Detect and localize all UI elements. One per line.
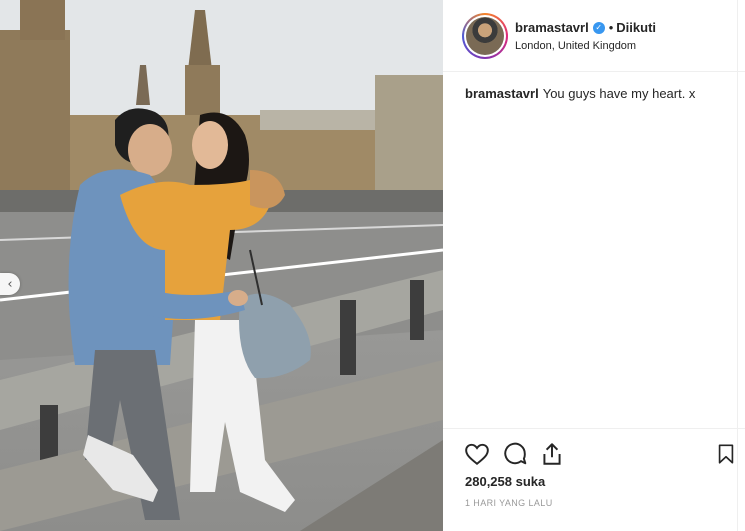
avatar (466, 17, 504, 55)
story-avatar-ring[interactable] (462, 13, 508, 59)
header-user-row: bramastavrl ✓ • Diikuti (515, 20, 656, 35)
post-caption: bramastavrl You guys have my heart. x (465, 86, 695, 101)
post-timestamp[interactable]: 1 HARI YANG LALU (465, 498, 553, 508)
post-actions: 280,258 suka 1 HARI YANG LALU (443, 428, 745, 531)
separator-dot: • (608, 20, 614, 35)
post-header: bramastavrl ✓ • Diikuti London, United K… (443, 0, 745, 72)
photo-illustration (0, 0, 443, 531)
location-link[interactable]: London, United Kingdom (515, 40, 636, 52)
caption-username-link[interactable]: bramastavrl (465, 86, 539, 101)
comment-icon[interactable] (502, 441, 528, 467)
caption-text: You guys have my heart. x (542, 86, 696, 101)
follow-status-button[interactable]: Diikuti (616, 20, 656, 35)
share-icon[interactable] (539, 441, 565, 467)
post-side-panel: bramastavrl ✓ • Diikuti London, United K… (443, 0, 745, 531)
verified-badge-icon: ✓ (592, 21, 605, 34)
username-link[interactable]: bramastavrl (515, 20, 589, 35)
heart-icon[interactable] (464, 441, 490, 467)
post-photo[interactable]: ‹ (0, 0, 443, 531)
panel-border (737, 0, 738, 531)
chevron-left-icon: ‹ (7, 276, 13, 292)
bookmark-icon[interactable] (715, 441, 737, 467)
likes-count[interactable]: 280,258 suka (465, 474, 545, 489)
